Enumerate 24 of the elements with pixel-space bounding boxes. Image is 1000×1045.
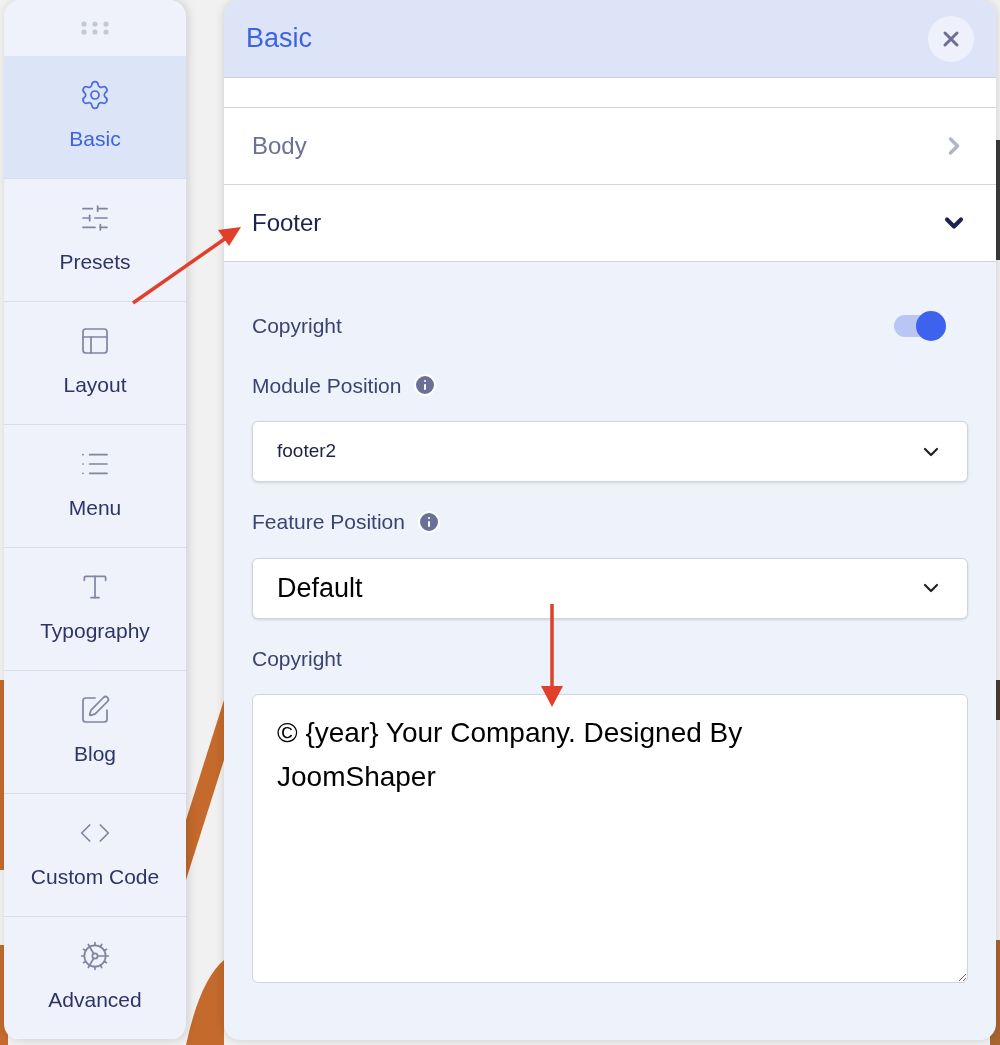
field-label: Module Position [252,372,402,399]
accordion-header[interactable]: Body [224,108,996,185]
sidebar-item[interactable]: Layout [4,302,186,425]
panel-title: Basic [246,22,313,56]
drag-handle-icon[interactable] [80,21,110,35]
info-icon[interactable] [413,373,438,398]
sidebar-item[interactable]: Basic [4,56,186,179]
sidebar-item[interactable]: Custom Code [4,794,186,917]
field-label: Copyright [252,645,342,672]
sidebar-item[interactable]: Advanced [4,917,186,1040]
field-label: Feature Position [252,509,405,535]
cog-icon [79,940,111,973]
close-button[interactable] [928,15,974,62]
info-icon[interactable] [416,509,441,534]
sidebar-item[interactable]: Typography [4,548,186,671]
copyright-textarea[interactable]: © {year} Your Company. Designed By JoomShaper [252,694,968,983]
sidebar-item[interactable]: Menu [4,425,186,548]
accordion-header[interactable]: Footer [224,185,996,262]
field-label: Copyright [252,313,342,339]
gear-icon [79,79,111,112]
sidebar-item[interactable]: Presets [4,179,186,302]
sidebar-item[interactable]: Blog [4,671,186,794]
position-select[interactable]: Default [252,557,968,619]
position-select[interactable]: footer2 [252,421,968,482]
